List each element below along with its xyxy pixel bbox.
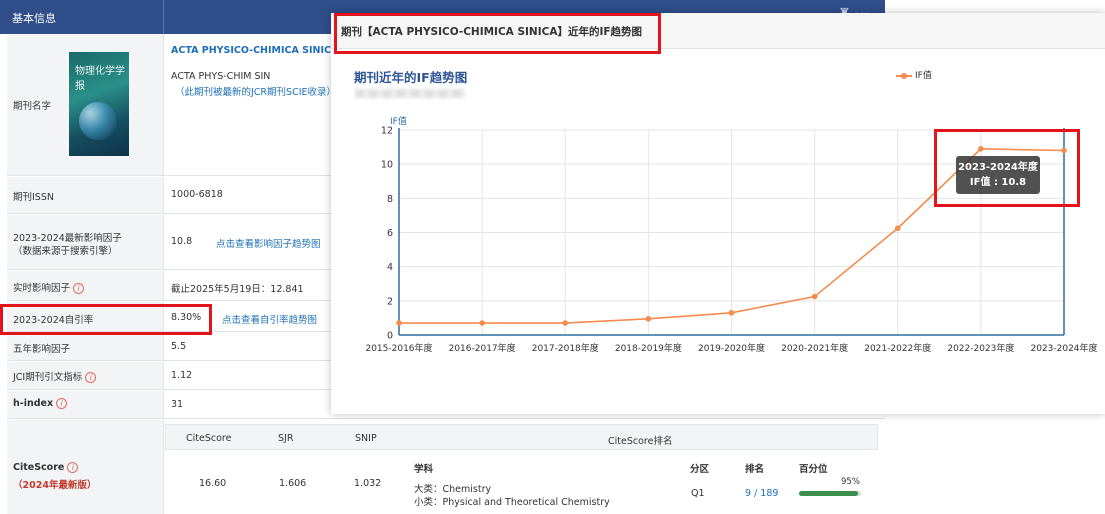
if-data-point [396, 320, 402, 326]
th-sjr: SJR [278, 433, 294, 444]
jci-value: 1.12 [171, 370, 193, 381]
percentile-header: 百分位 [799, 464, 828, 475]
rank-value[interactable]: 9 / 189 [745, 488, 778, 499]
if-trend-modal: 期刊【ACTA PHYSICO-CHIMICA SINICA】近年的IF趋势图 … [331, 13, 1105, 414]
x-tick-label: 2015-2016年度 [365, 342, 432, 354]
citescore-table-header: CiteScore SJR SNIP CiteScore排名 [165, 424, 878, 450]
if-trend-link[interactable]: 点击查看影响因子趋势图 [216, 236, 321, 250]
x-tick-label: 2021-2022年度 [864, 342, 931, 354]
five-year-label: 五年影响因子 [13, 344, 71, 355]
percentile-bar [799, 491, 861, 496]
subject-header: 学科 [414, 464, 434, 475]
info-icon[interactable]: i [85, 372, 97, 383]
x-tick-label: 2020-2021年度 [781, 342, 848, 354]
quartile-header: 分区 [690, 464, 710, 475]
percentile-bar-fill [799, 491, 858, 496]
highlight-box-self-cite [0, 304, 212, 335]
citescore-value: 16.60 [199, 478, 227, 489]
journal-cover-image: 物理化学学报 [69, 52, 129, 156]
info-icon[interactable]: i [67, 462, 79, 473]
self-cite-trend-link[interactable]: 点击查看自引率趋势图 [222, 312, 317, 326]
x-tick-label: 2017-2018年度 [532, 342, 599, 354]
issn-label: 期刊ISSN [13, 192, 54, 203]
if-value: 10.8 [171, 236, 193, 247]
x-tick-label: 2016-2017年度 [449, 342, 516, 354]
if-data-point [728, 309, 735, 316]
journal-name-label: 期刊名字 [13, 101, 52, 112]
y-axis-label: IF值 [390, 115, 407, 127]
hindex-value: 31 [171, 399, 184, 410]
x-tick-label: 2019-2020年度 [698, 342, 765, 354]
cover-title: 物理化学学报 [75, 66, 125, 92]
th-snip: SNIP [355, 433, 377, 444]
th-citescore-rank: CiteScore排名 [608, 436, 673, 447]
info-icon[interactable]: i [73, 283, 85, 294]
citescore-sub: （2024年最新版） [13, 480, 97, 491]
subject-minor: 小类：Physical and Theoretical Chemistry [414, 497, 610, 508]
highlight-box-latest-point [934, 129, 1080, 207]
journal-abbr: ACTA PHYS-CHIM SIN [171, 71, 271, 82]
x-tick-label: 2018-2019年度 [615, 342, 682, 354]
info-header-title: 基本信息 [12, 12, 56, 25]
if-trend-chart: 0 2 4 6 8 10 12 2015-2016年度 2016-2017年度 2017-2018… [365, 115, 1097, 354]
sjr-value: 1.606 [279, 478, 307, 489]
jci-label: JCI期刊引文指标 [13, 372, 83, 383]
journal-name-link[interactable]: ACTA PHYSICO-CHIMICA SINICA [171, 45, 338, 56]
hindex-label: h-index [13, 398, 54, 409]
if-label-line2: （数据来源于搜索引擎） [13, 246, 118, 257]
if-data-point [811, 293, 818, 300]
if-data-point [562, 320, 569, 326]
quartile-value: Q1 [691, 488, 705, 499]
if-data-point [645, 315, 652, 322]
snip-value: 1.032 [354, 478, 382, 489]
percentile-value: 95% [841, 477, 860, 487]
x-tick-label: 2023-2024年度 [1030, 342, 1097, 354]
if-data-point [894, 225, 901, 232]
y-tick-label: 12 [381, 126, 393, 137]
journal-note: （此期刊被最新的JCR期刊SCIE收录） [175, 87, 337, 98]
cover-graphic [79, 102, 117, 140]
y-tick-label: 0 [387, 331, 393, 342]
citescore-label: CiteScore [13, 462, 65, 473]
th-citescore: CiteScore [186, 433, 232, 444]
y-tick-label: 6 [387, 228, 393, 239]
y-tick-label: 2 [387, 296, 393, 307]
realtime-if-value: 截止2025年5月19日：12.841 [171, 284, 304, 295]
info-icon[interactable]: i [56, 398, 68, 409]
header-divider [163, 0, 164, 34]
if-label-line1: 2023-2024最新影响因子 [13, 233, 122, 244]
five-year-value: 5.5 [171, 341, 187, 352]
realtime-if-label: 实时影响因子 [13, 283, 71, 294]
if-data-point [479, 320, 485, 326]
rank-header: 排名 [745, 464, 765, 475]
x-tick-label: 2022-2023年度 [947, 342, 1014, 354]
y-tick-label: 8 [387, 194, 393, 205]
issn-value: 1000-6818 [171, 189, 223, 200]
y-tick-label: 10 [381, 160, 393, 171]
y-tick-label: 4 [387, 262, 393, 273]
subject-major: 大类：Chemistry [414, 484, 492, 495]
